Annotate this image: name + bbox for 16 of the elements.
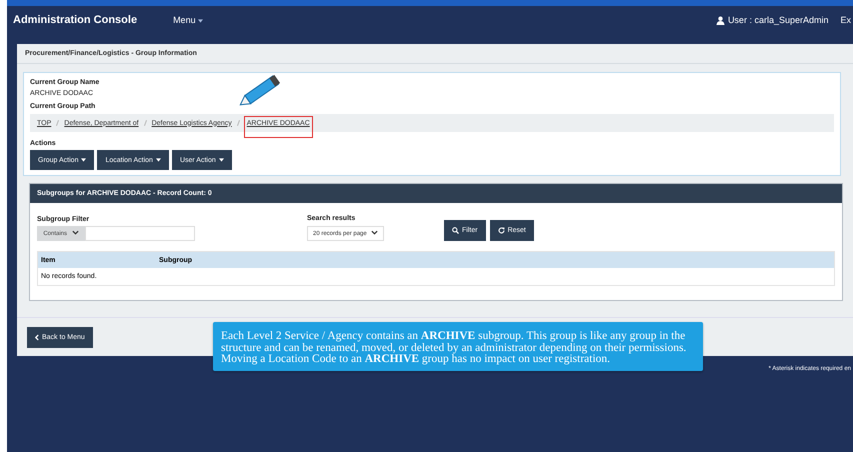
- chevron-down-icon: [371, 230, 378, 235]
- user-icon: [716, 16, 725, 24]
- filter-input[interactable]: [85, 226, 195, 241]
- caret-icon: [81, 158, 86, 162]
- search-icon: [452, 227, 459, 234]
- chevron-down-icon: [72, 230, 79, 235]
- app-title: Administration Console: [13, 14, 138, 26]
- caret-icon: [156, 158, 161, 162]
- help-tooltip: Each Level 2 Service / Agency contains an ARCHIVE subgroup. This group is like any group in the structure and can be renamed, moved, or deleted by an administrator depending on their permissions. Moving a Location Code to an ARCHIVE group has no impact on user registration.: [213, 322, 703, 370]
- user-name: User : carla_SuperAdmin: [728, 15, 828, 25]
- refresh-icon: [498, 227, 505, 234]
- caret-icon: [198, 19, 204, 23]
- caret-icon: [218, 158, 224, 162]
- menu-button[interactable]: Menu: [173, 15, 204, 25]
- chevron-left-icon: [35, 334, 39, 341]
- exit-link[interactable]: Ex: [840, 15, 851, 25]
